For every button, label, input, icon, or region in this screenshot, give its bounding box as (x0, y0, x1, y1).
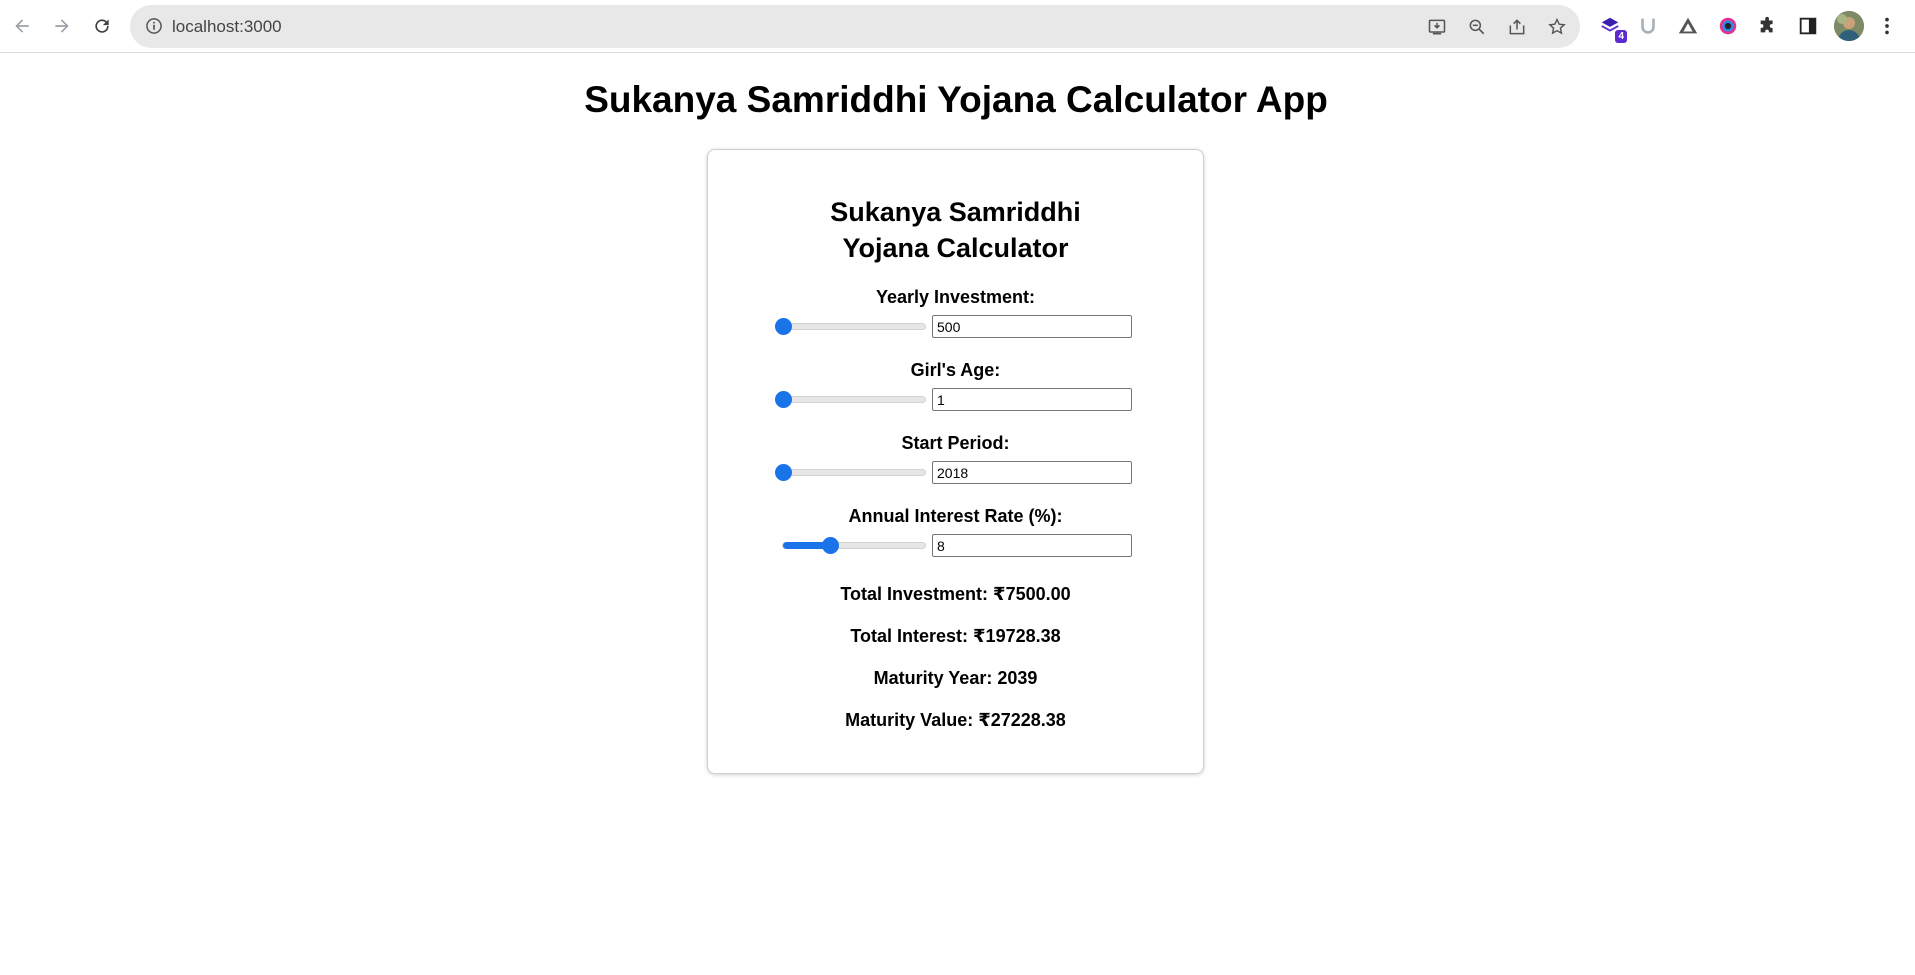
slider-thumb[interactable] (775, 318, 792, 335)
u-extension-icon[interactable] (1635, 13, 1661, 39)
color-picker-extension-icon[interactable] (1715, 13, 1741, 39)
reload-icon (95, 19, 109, 33)
maturity-value-result: Maturity Value: ₹27228.38 (845, 710, 1066, 730)
yearly-investment-slider[interactable] (775, 318, 926, 335)
calculator-title: Sukanya Samriddhi Yojana Calculator (830, 197, 1081, 263)
maturity-year-result: Maturity Year: 2039 (873, 668, 1038, 688)
interest-rate-input[interactable] (932, 534, 1132, 557)
back-button[interactable] (6, 10, 38, 42)
start-period-input[interactable] (932, 461, 1132, 484)
girls-age-label: Girl's Age: (910, 360, 1001, 380)
interest-rate-label: Annual Interest Rate (%): (848, 506, 1063, 526)
girls-age-slider[interactable] (775, 391, 926, 408)
extension-badge: 4 (1615, 30, 1627, 43)
puzzle-icon[interactable] (1755, 13, 1781, 39)
page-title: Sukanya Samriddhi Yojana Calculator App (584, 79, 1328, 120)
girls-age-input[interactable] (932, 388, 1132, 411)
yearly-investment-input[interactable] (932, 315, 1132, 338)
address-bar[interactable]: localhost:3000 (130, 5, 1580, 48)
install-app-icon[interactable] (1426, 16, 1448, 38)
avatar[interactable] (1834, 11, 1864, 41)
more-options-icon[interactable] (1874, 13, 1900, 39)
calculator-card: Sukanya Samriddhi Yojana Calculator Year… (707, 149, 1204, 774)
yearly-investment-label: Yearly Investment: (875, 287, 1036, 307)
triangle-extension-icon[interactable] (1675, 13, 1701, 39)
arrow-left-icon (15, 19, 29, 33)
bookmark-star-icon[interactable] (1546, 16, 1568, 38)
slider-thumb[interactable] (775, 391, 792, 408)
arrow-right-icon (55, 19, 69, 33)
slider-thumb[interactable] (775, 464, 792, 481)
reload-button[interactable] (86, 10, 118, 42)
side-panel-icon[interactable] (1795, 13, 1821, 39)
zoom-icon[interactable] (1466, 16, 1488, 38)
forward-button[interactable] (46, 10, 78, 42)
interest-rate-slider[interactable] (782, 537, 926, 554)
start-period-slider[interactable] (775, 464, 926, 481)
yearly-investment-field: Yearly Investment: (708, 287, 1203, 338)
extension-stack-icon[interactable]: 4 (1597, 13, 1627, 43)
share-icon[interactable] (1506, 16, 1528, 38)
total-investment-result: Total Investment: ₹7500.00 (840, 584, 1071, 604)
slider-thumb[interactable] (821, 537, 839, 554)
total-interest-result: Total Interest: ₹19728.38 (850, 626, 1061, 646)
start-period-field: Start Period: (708, 433, 1203, 484)
info-icon[interactable] (144, 16, 164, 36)
interest-rate-field: Annual Interest Rate (%): (708, 506, 1203, 557)
start-period-label: Start Period: (901, 433, 1010, 453)
girls-age-field: Girl's Age: (708, 360, 1203, 411)
browser-toolbar: localhost:3000 4 (0, 0, 1915, 53)
url-text[interactable]: localhost:3000 (172, 17, 282, 37)
